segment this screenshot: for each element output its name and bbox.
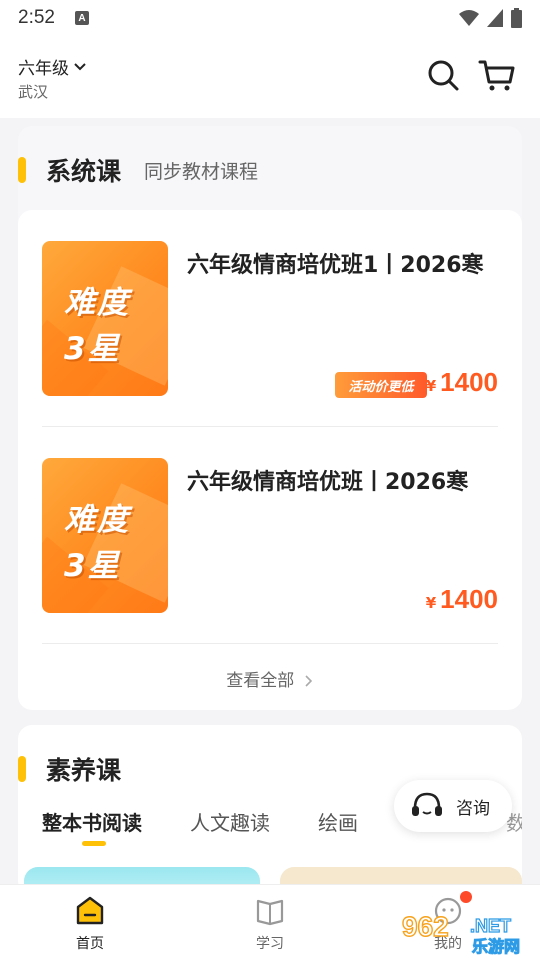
course-thumbnail: 难度 3星 [42, 458, 168, 613]
tab-humanities[interactable]: 人文趣读 [190, 807, 270, 836]
course-list: 难度 3星 六年级情商培优班1丨2026寒 活动价更低 ¥ 1400 难度 3星… [18, 210, 522, 710]
section-title: 素养课 [46, 756, 122, 785]
course-item[interactable]: 难度 3星 六年级情商培优班丨2026寒 ¥ 1400 [42, 458, 498, 618]
headset-icon [412, 792, 442, 816]
promo-badge: 活动价更低 [335, 372, 427, 398]
city-label: 武汉 [18, 83, 49, 101]
chevron-down-icon [74, 62, 86, 70]
watermark-text: .NET [470, 916, 511, 936]
grade-selector[interactable]: 六年级 [18, 54, 87, 79]
currency-symbol: ¥ [425, 594, 437, 612]
nav-home[interactable]: 首页 [50, 895, 130, 953]
thumb-text: 难度 [64, 285, 130, 321]
course-price: ¥ 1400 [426, 584, 498, 615]
status-time: 2:52 [18, 7, 55, 28]
search-icon[interactable] [426, 58, 460, 92]
cart-icon[interactable] [478, 58, 516, 92]
status-bar: 2:52 A [0, 0, 540, 36]
price-value: 1400 [440, 584, 498, 614]
top-header: 六年级 武汉 [0, 36, 540, 118]
course-item[interactable]: 难度 3星 六年级情商培优班1丨2026寒 活动价更低 ¥ 1400 [42, 241, 498, 401]
category-tabs: 整本书阅读 人文趣读 绘画 [42, 807, 358, 846]
divider [42, 426, 498, 427]
thumb-text: 难度 [64, 502, 130, 538]
thumb-text: 3星 [64, 331, 121, 367]
battery-icon [511, 8, 522, 28]
section-subtitle: 同步教材课程 [144, 161, 259, 183]
view-all-label: 查看全部 [226, 671, 295, 691]
course-thumbnail: 难度 3星 [42, 241, 168, 396]
price-value: 1400 [440, 367, 498, 397]
course-price: ¥ 1400 [426, 367, 498, 398]
notification-icon: A [74, 11, 89, 25]
view-all-link[interactable]: 查看全部 [18, 666, 522, 691]
tab-label: 绘画 [318, 811, 358, 835]
site-watermark: 962 .NET 乐游网 [401, 910, 520, 956]
wifi-icon [459, 10, 479, 26]
course-title: 六年级情商培优班1丨2026寒 [187, 253, 484, 278]
section-marker [18, 756, 26, 782]
consult-button[interactable]: 咨询 [394, 780, 512, 832]
section-marker [18, 157, 26, 183]
thumb-text: 3星 [64, 548, 121, 584]
section-title: 系统课 [46, 157, 122, 186]
tab-indicator [82, 841, 106, 846]
chevron-right-icon [305, 675, 312, 687]
watermark-text: 962 [402, 911, 449, 942]
currency-symbol: ¥ [425, 377, 437, 395]
divider [42, 643, 498, 644]
grade-label: 六年级 [18, 59, 69, 79]
nav-label: 首页 [76, 936, 104, 952]
nav-label: 学习 [256, 936, 284, 952]
book-icon [256, 899, 284, 926]
course-title: 六年级情商培优班丨2026寒 [187, 470, 469, 495]
signal-icon [487, 9, 503, 27]
nav-study[interactable]: 学习 [230, 895, 310, 953]
watermark-text: 乐游网 [472, 937, 520, 956]
tab-whole-book-reading[interactable]: 整本书阅读 [42, 807, 142, 846]
tab-painting[interactable]: 绘画 [318, 807, 358, 836]
consult-label: 咨询 [456, 798, 490, 819]
system-course-section: 系统课 同步教材课程 难度 3星 六年级情商培优班1丨2026寒 活动价更低 ¥… [18, 126, 522, 710]
notification-dot [460, 891, 472, 903]
home-icon [76, 896, 104, 925]
tab-label: 人文趣读 [190, 811, 270, 835]
tab-label: 整本书阅读 [42, 811, 142, 835]
